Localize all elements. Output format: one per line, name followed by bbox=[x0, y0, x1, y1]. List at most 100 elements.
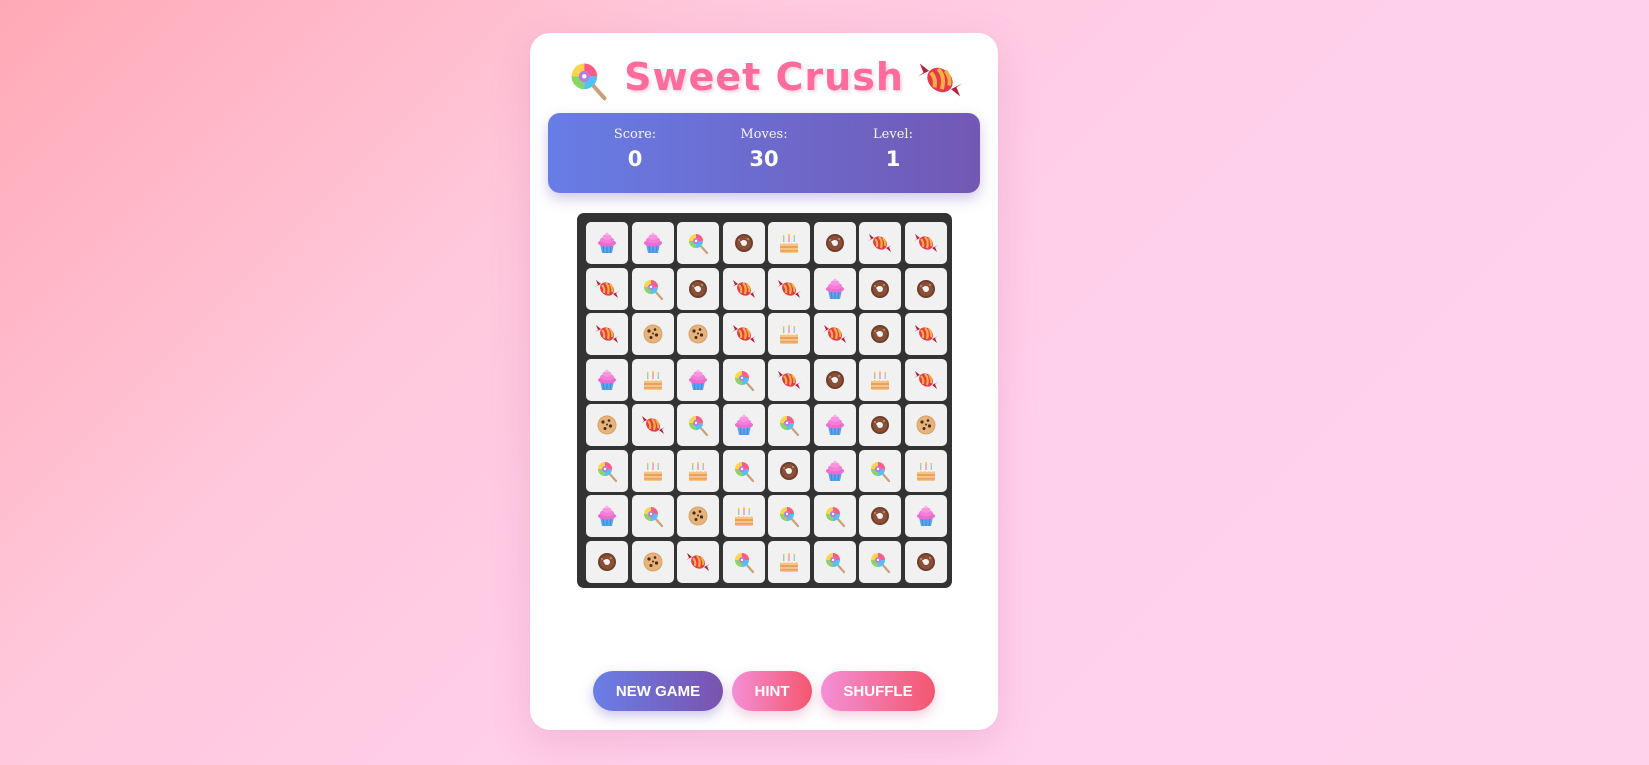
board-cell[interactable] bbox=[677, 358, 719, 401]
board-cell[interactable] bbox=[631, 404, 674, 446]
board-cell[interactable] bbox=[768, 222, 810, 264]
board-cell[interactable] bbox=[677, 313, 719, 355]
board-cell[interactable] bbox=[586, 313, 628, 355]
board-cell[interactable] bbox=[631, 540, 674, 583]
board-cell[interactable] bbox=[813, 404, 856, 446]
board-cell[interactable] bbox=[722, 222, 765, 264]
board-cell[interactable] bbox=[586, 267, 628, 310]
board-cell[interactable] bbox=[631, 313, 674, 355]
moves-stat: Moves: 30 bbox=[704, 127, 824, 171]
board-cell[interactable] bbox=[768, 449, 810, 492]
cake-icon bbox=[643, 461, 662, 481]
board-cell[interactable] bbox=[813, 267, 856, 310]
board-cell[interactable] bbox=[677, 449, 719, 492]
board-cell[interactable] bbox=[722, 495, 765, 537]
board-cell[interactable] bbox=[813, 313, 856, 355]
board-cell[interactable] bbox=[722, 449, 765, 492]
board-cell[interactable] bbox=[586, 495, 628, 537]
board-cell[interactable] bbox=[904, 222, 947, 264]
board-cell[interactable] bbox=[722, 540, 765, 583]
board-cell[interactable] bbox=[586, 222, 628, 264]
board-cell[interactable] bbox=[859, 358, 901, 401]
board-cell[interactable] bbox=[586, 358, 628, 401]
donut-icon bbox=[825, 370, 844, 389]
cake-icon bbox=[780, 552, 798, 572]
board-cell[interactable] bbox=[768, 313, 810, 355]
board-cell[interactable] bbox=[631, 449, 674, 492]
lollipop-icon bbox=[734, 370, 754, 391]
cupcake-icon bbox=[916, 505, 935, 527]
candy-icon bbox=[731, 279, 756, 298]
candy-icon bbox=[595, 325, 619, 343]
board-cell[interactable] bbox=[904, 495, 947, 537]
donut-icon bbox=[780, 461, 798, 480]
cupcake-icon bbox=[598, 505, 616, 527]
board-cell[interactable] bbox=[722, 358, 765, 401]
candy-icon bbox=[731, 325, 756, 343]
board-cell[interactable] bbox=[586, 540, 628, 583]
candy-icon bbox=[868, 234, 892, 252]
board-cell[interactable] bbox=[813, 540, 856, 583]
board-cell[interactable] bbox=[631, 267, 674, 310]
board-cell[interactable] bbox=[904, 449, 947, 492]
board-cell[interactable] bbox=[586, 404, 628, 446]
lollipop-icon bbox=[598, 461, 618, 482]
donut-icon bbox=[734, 234, 753, 252]
cupcake-icon bbox=[734, 414, 753, 436]
board-cell[interactable] bbox=[768, 358, 810, 401]
lollipop-icon bbox=[734, 461, 754, 482]
board-cell[interactable] bbox=[768, 404, 810, 446]
board-cell[interactable] bbox=[813, 358, 856, 401]
donut-icon bbox=[916, 279, 935, 298]
candy-icon bbox=[913, 325, 938, 343]
board-cell[interactable] bbox=[631, 222, 674, 264]
board-cell[interactable] bbox=[722, 313, 765, 355]
shuffle-button[interactable]: SHUFFLE bbox=[821, 671, 935, 711]
lollipop-icon bbox=[643, 279, 663, 300]
donut-icon bbox=[871, 507, 889, 525]
lollipop-icon bbox=[689, 416, 709, 437]
board-cell[interactable] bbox=[631, 358, 674, 401]
new-game-button[interactable]: NEW GAME bbox=[593, 671, 723, 711]
board-cell[interactable] bbox=[904, 313, 947, 355]
board-cell[interactable] bbox=[677, 540, 719, 583]
board-cell[interactable] bbox=[859, 495, 901, 537]
board-cell[interactable] bbox=[859, 540, 901, 583]
board-cell[interactable] bbox=[859, 449, 901, 492]
candy-icon bbox=[595, 279, 619, 298]
cookie-icon bbox=[916, 415, 935, 435]
hint-button[interactable]: HINT bbox=[732, 671, 812, 711]
board-cell[interactable] bbox=[722, 404, 765, 446]
candy-icon bbox=[777, 370, 801, 389]
score-stat: Score: 0 bbox=[575, 127, 695, 171]
board-cell[interactable] bbox=[859, 404, 901, 446]
board-cell[interactable] bbox=[813, 449, 856, 492]
moves-label: Moves: bbox=[740, 127, 788, 142]
lollipop-icon bbox=[871, 461, 891, 482]
board-cell[interactable] bbox=[904, 267, 947, 310]
candy-icon bbox=[686, 552, 710, 571]
board-cell[interactable] bbox=[859, 313, 901, 355]
board-cell[interactable] bbox=[677, 267, 719, 310]
board-cell[interactable] bbox=[677, 495, 719, 537]
cake-icon bbox=[780, 234, 798, 253]
board-cell[interactable] bbox=[722, 267, 765, 310]
board-cell[interactable] bbox=[813, 495, 856, 537]
board-cell[interactable] bbox=[768, 540, 810, 583]
board-cell[interactable] bbox=[904, 404, 947, 446]
board-cell[interactable] bbox=[677, 222, 719, 264]
cupcake-icon bbox=[825, 460, 844, 481]
board-cell[interactable] bbox=[904, 540, 947, 583]
game-board bbox=[577, 213, 952, 588]
lollipop-icon bbox=[734, 552, 754, 573]
board-cell[interactable] bbox=[904, 358, 947, 401]
board-cell[interactable] bbox=[813, 222, 856, 264]
board-cell[interactable] bbox=[768, 495, 810, 537]
board-cell[interactable] bbox=[859, 267, 901, 310]
moves-value: 30 bbox=[749, 147, 779, 171]
board-cell[interactable] bbox=[631, 495, 674, 537]
board-cell[interactable] bbox=[859, 222, 901, 264]
board-cell[interactable] bbox=[677, 404, 719, 446]
board-cell[interactable] bbox=[586, 449, 628, 492]
board-cell[interactable] bbox=[768, 267, 810, 310]
